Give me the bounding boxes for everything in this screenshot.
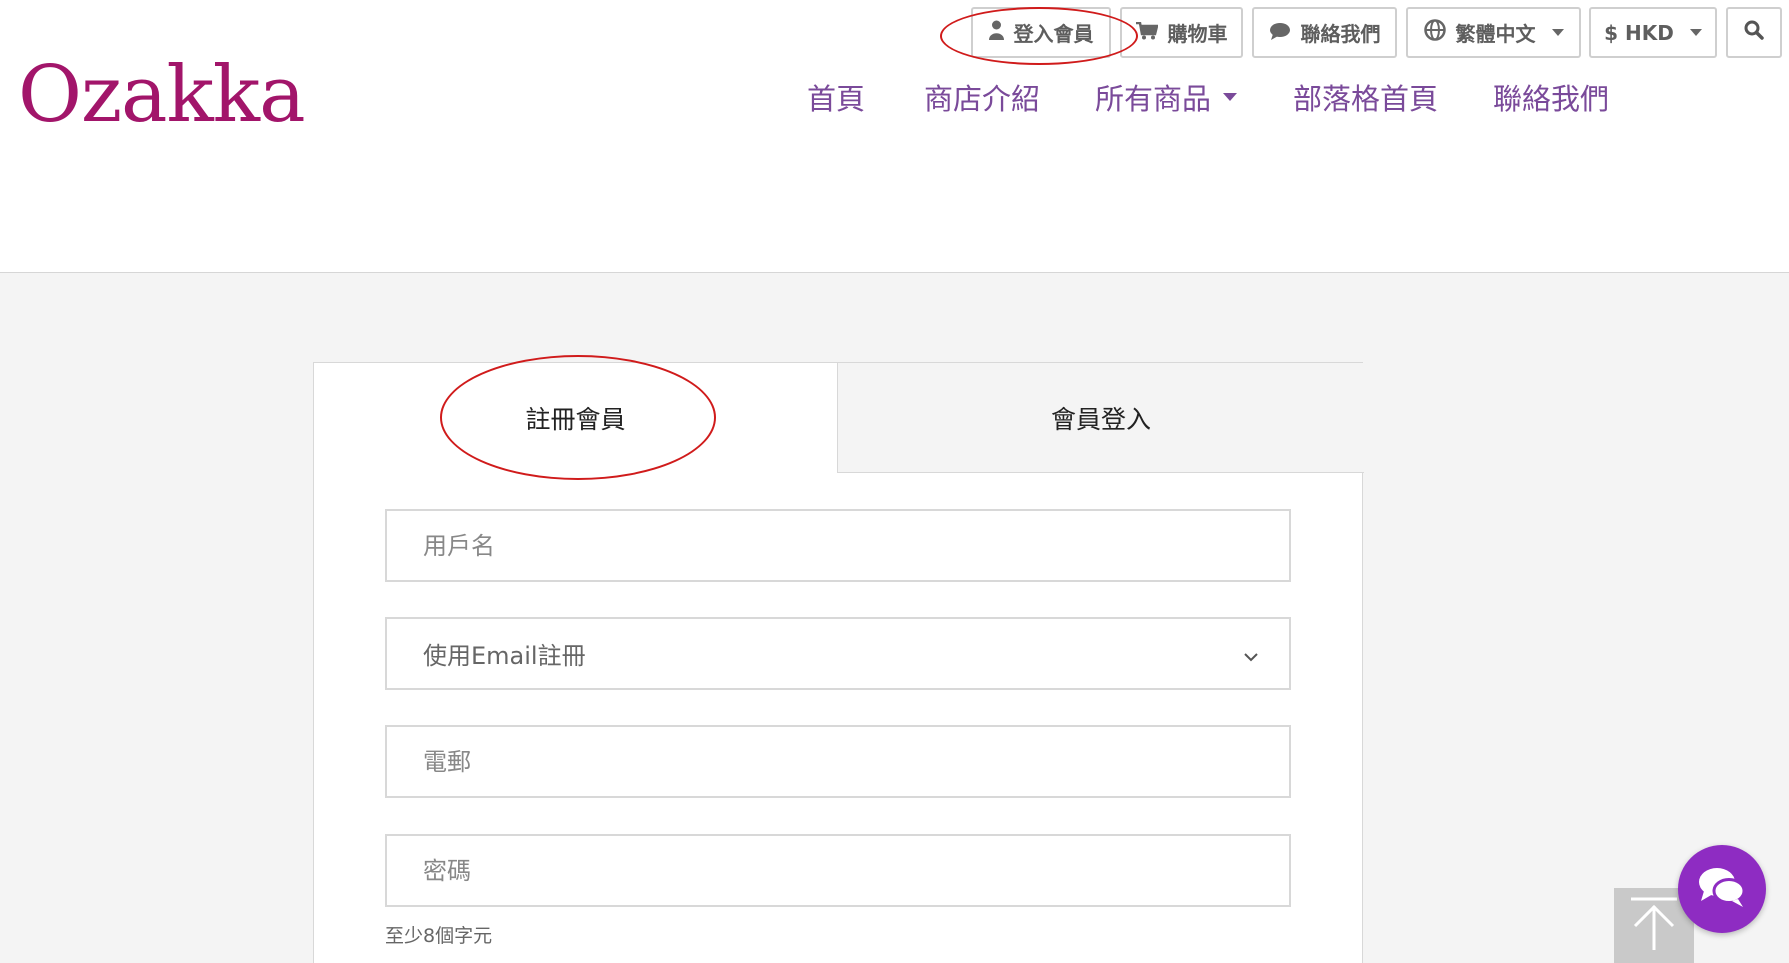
nav-item-label: 商店介紹 xyxy=(924,82,1041,116)
nav-item-home[interactable]: 首頁 xyxy=(807,76,865,118)
email-input[interactable] xyxy=(385,725,1291,798)
nav-item-label: 所有商品 xyxy=(1095,82,1212,116)
nav-item-about[interactable]: 商店介紹 xyxy=(924,76,1040,118)
chat-widget-button[interactable] xyxy=(1678,845,1766,933)
register-method-value: 使用Email註冊 xyxy=(423,642,586,670)
register-method-select[interactable]: 使用Email註冊 xyxy=(385,617,1291,690)
tab-register[interactable]: 註冊會員 xyxy=(314,363,837,473)
language-label: 繁體中文 xyxy=(1455,22,1536,46)
chevron-down-icon xyxy=(1689,29,1702,36)
password-hint: 至少8個字元 xyxy=(385,925,493,947)
chevron-down-icon xyxy=(1223,93,1238,101)
search-button[interactable] xyxy=(1726,7,1782,58)
nav-item-label: 聯絡我們 xyxy=(1493,82,1610,116)
globe-icon xyxy=(1423,19,1446,46)
search-icon xyxy=(1744,20,1764,45)
tab-label: 註冊會員 xyxy=(525,405,626,434)
password-input[interactable] xyxy=(385,834,1291,907)
site-header: Ozakka 登入會員 購物車 聯絡我們 繁體中文 $ HKD 首頁 商店介紹 … xyxy=(0,0,1789,273)
nav-item-label: 部落格首頁 xyxy=(1293,82,1439,116)
cart-icon xyxy=(1135,21,1159,45)
login-label: 登入會員 xyxy=(1013,22,1094,46)
brand-logo[interactable]: Ozakka xyxy=(18,56,306,134)
chevron-down-icon xyxy=(1551,29,1564,36)
nav-item-blog[interactable]: 部落格首頁 xyxy=(1293,76,1438,118)
contact-button[interactable]: 聯絡我們 xyxy=(1252,7,1397,58)
contact-label: 聯絡我們 xyxy=(1300,22,1381,46)
chevron-down-icon xyxy=(1243,640,1259,668)
cart-label: 購物車 xyxy=(1167,22,1228,46)
chat-bubbles-icon xyxy=(1696,865,1748,913)
currency-label: $ HKD xyxy=(1604,20,1674,45)
nav-item-contact[interactable]: 聯絡我們 xyxy=(1493,76,1609,118)
arrow-up-icon xyxy=(1629,896,1679,956)
username-input[interactable] xyxy=(385,509,1291,582)
language-selector[interactable]: 繁體中文 xyxy=(1406,7,1581,58)
cart-button[interactable]: 購物車 xyxy=(1120,7,1243,58)
nav-item-all-products[interactable]: 所有商品 xyxy=(1095,76,1238,118)
user-icon xyxy=(988,20,1004,45)
tab-login[interactable]: 會員登入 xyxy=(837,363,1364,473)
currency-selector[interactable]: $ HKD xyxy=(1589,7,1717,58)
login-button[interactable]: 登入會員 xyxy=(971,7,1111,58)
auth-card: 註冊會員 會員登入 使用Email註冊 至少8個字元 xyxy=(313,362,1364,963)
nav-item-label: 首頁 xyxy=(807,82,866,116)
chat-bubble-icon xyxy=(1269,21,1291,45)
tab-label: 會員登入 xyxy=(1050,404,1151,434)
